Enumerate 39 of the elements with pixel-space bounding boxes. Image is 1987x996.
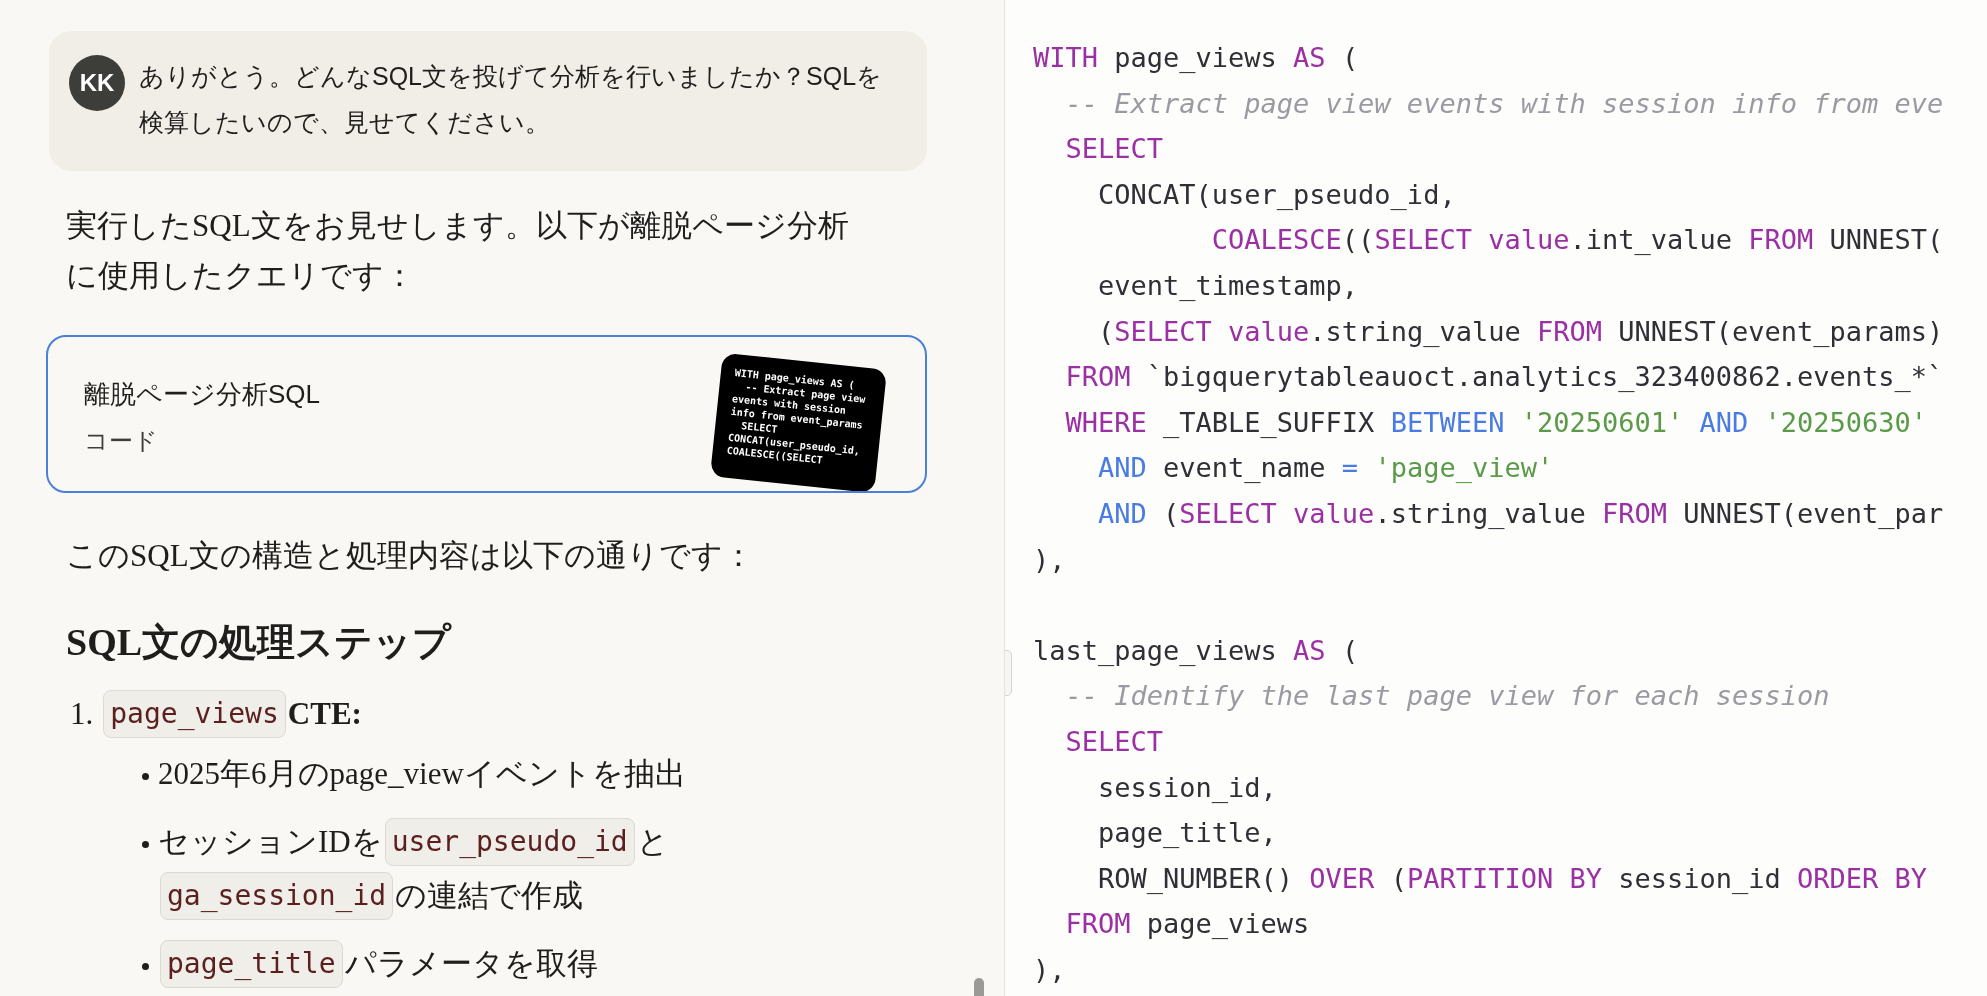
bullet-text: の連結で作成 xyxy=(395,876,584,915)
section-heading: SQL文の処理ステップ xyxy=(66,620,453,665)
code-line: ), xyxy=(1033,952,1067,987)
code-line: ), xyxy=(1033,542,1067,577)
code-line: WHERE _TABLE_SUFFIX BETWEEN '20250601' AND '20250630' xyxy=(1064,405,1929,440)
artifact-title: 離脱ページ分析SQL xyxy=(84,378,321,411)
step-label: CTE: xyxy=(287,694,362,733)
response-paragraph: このSQL文の構造と処理内容は以下の通りです： xyxy=(66,537,755,575)
bullet-text: と xyxy=(636,822,669,861)
response-paragraph: 実行したSQL文をお見せします。以下が離脱ページ分析に使用したクエリです： xyxy=(66,207,850,295)
code-line: session_id, xyxy=(1097,770,1278,805)
code-line: ROW_NUMBER() OVER (PARTITION BY session_id ORDER BY xyxy=(1097,861,1929,896)
artifact-type-label: コード xyxy=(84,426,158,456)
code-line: FROM `bigquerytableauoct.analytics_323400862.events_*` xyxy=(1064,360,1945,395)
code-line: FROM page_views xyxy=(1064,907,1311,942)
list-number: 1. xyxy=(70,694,94,733)
inline-code: page_title xyxy=(160,940,343,988)
code-line: page_title, xyxy=(1097,816,1278,851)
bullet-text: パラメータを取得 xyxy=(344,944,598,983)
user-message-text: ありがとう。どんなSQL文を投げて分析を行いましたか？SQLを検算したいので、見せてください。 xyxy=(139,61,884,138)
scrollbar-thumb[interactable] xyxy=(974,978,984,996)
inline-code: user_pseudo_id xyxy=(384,818,635,866)
code-line: (SELECT value.string_value FROM UNNEST(event_params) xyxy=(1097,314,1945,349)
inline-code: page_views xyxy=(103,690,286,738)
code-line: event_timestamp, xyxy=(1097,268,1360,303)
code-line: -- Extract page view events with session info from eve xyxy=(1064,86,1945,121)
bullet-text: セッションIDを xyxy=(158,822,383,861)
code-line: CONCAT(user_pseudo_id, xyxy=(1097,177,1457,212)
code-line: AND event_name = 'page_view' xyxy=(1097,451,1555,486)
code-line: -- Identify the last page view for each session xyxy=(1064,679,1831,714)
code-line: AND (SELECT value.string_value FROM UNNEST(event_par xyxy=(1097,496,1945,531)
avatar: KK xyxy=(69,55,125,111)
bullet-text: 2025年6月のpage_viewイベントを抽出 xyxy=(158,754,686,793)
code-line: COALESCE((SELECT value.int_value FROM UNNEST( xyxy=(1210,223,1945,258)
code-line: WITH page_views AS ( xyxy=(1033,41,1360,75)
code-line: last_page_views AS ( xyxy=(1033,633,1360,668)
inline-code: ga_session_id xyxy=(160,872,394,920)
code-line: SELECT xyxy=(1064,724,1165,759)
code-line: SELECT xyxy=(1064,132,1165,167)
